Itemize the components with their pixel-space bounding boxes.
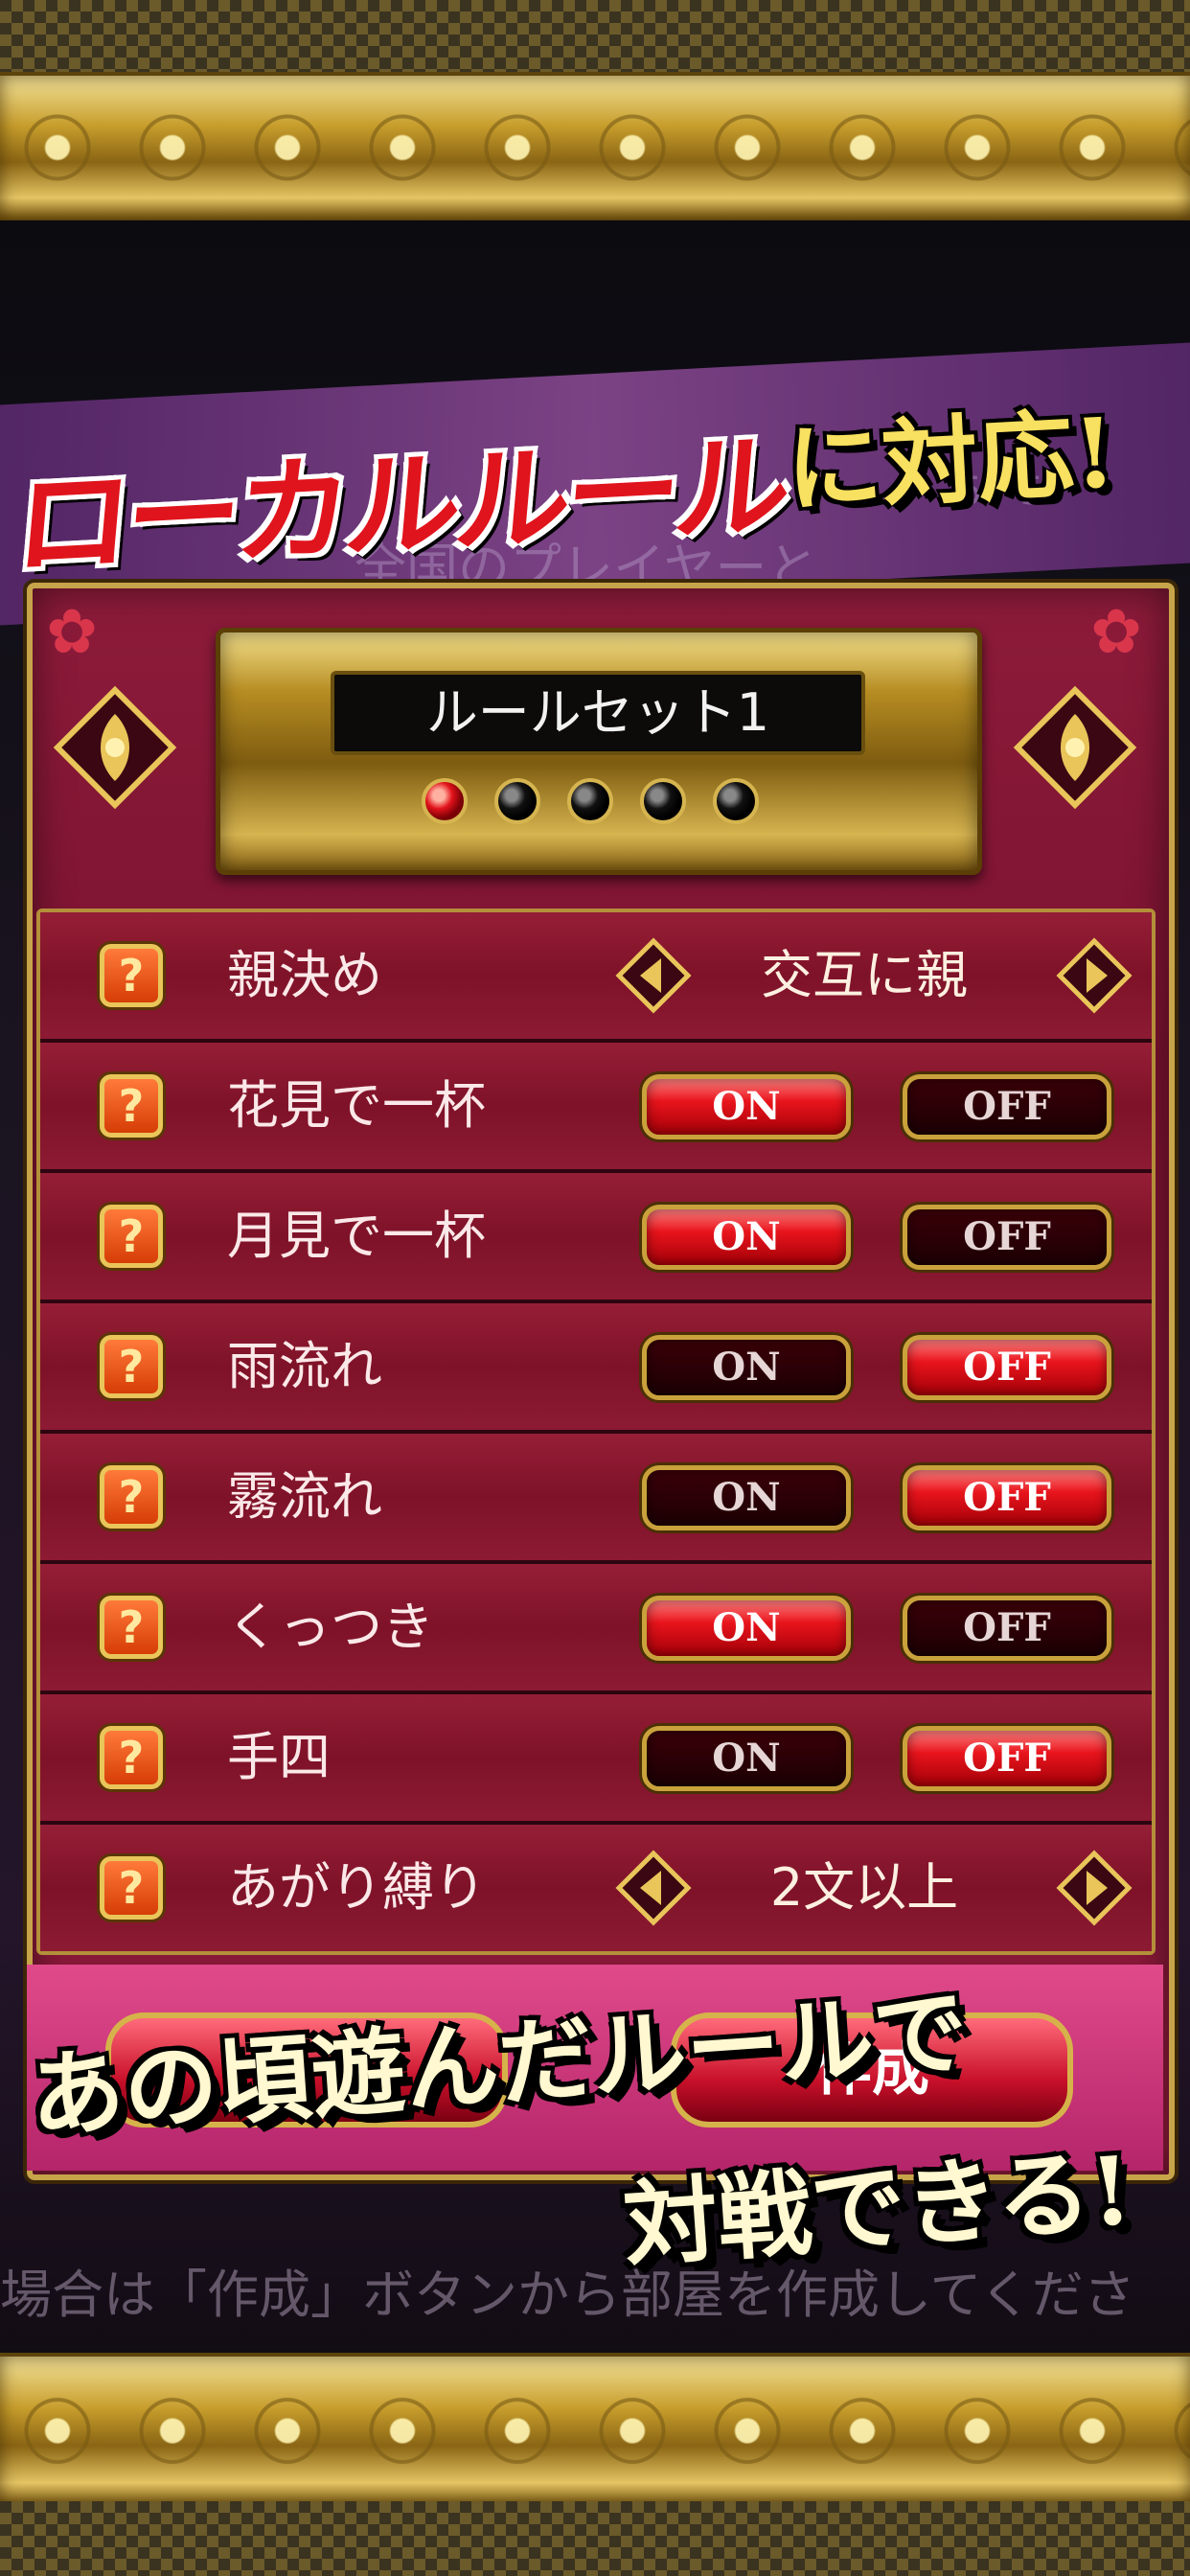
top-gold-ornament [0,72,1190,223]
help-icon[interactable]: ? [100,1596,163,1659]
help-icon[interactable]: ? [100,1205,163,1268]
rule-name: 霧流れ [227,1466,382,1527]
off-button[interactable]: OFF [903,1726,1111,1791]
off-button[interactable]: OFF [903,1335,1111,1400]
help-icon[interactable]: ? [100,1856,163,1920]
on-button[interactable]: ON [642,1335,851,1400]
off-button[interactable]: OFF [903,1596,1111,1661]
headline-supported: に対応! [783,396,1119,526]
bottom-gold-ornament [0,2353,1190,2509]
rule-row-oyagime: ? 親決め 交互に親 [40,912,1152,1043]
off-button[interactable]: OFF [903,1465,1111,1530]
on-button[interactable]: ON [642,1596,851,1661]
on-button[interactable]: ON [642,1465,851,1530]
rule-name: くっつき [227,1597,434,1657]
rule-row-kuttsuki: ? くっつき ON OFF [40,1564,1152,1694]
on-button[interactable]: ON [642,1074,851,1139]
rule-row-agari-shibari: ? あがり縛り 2文以上 [40,1825,1152,1951]
arrow-right-icon[interactable] [1056,937,1133,1014]
help-icon[interactable]: ? [100,1074,163,1138]
background-hint-text: 場合は「作成」ボタンから部屋を作成してくださ [0,2265,1135,2325]
sakura-icon: ✿ [1090,597,1142,668]
top-checker-border [0,0,1190,72]
rule-row-hanami: ? 花見で一杯 ON OFF [40,1043,1152,1173]
off-button[interactable]: OFF [903,1074,1111,1139]
page-dot-3[interactable] [567,778,613,824]
rule-name: 月見で一杯 [227,1206,486,1266]
left-diamond-ornament-icon [53,685,177,810]
rule-name: あがり縛り [227,1857,486,1918]
rule-row-kiri-nagare: ? 霧流れ ON OFF [40,1434,1152,1564]
page-dot-1[interactable] [422,778,468,824]
page-dot-4[interactable] [640,778,686,824]
arrow-left-icon[interactable] [615,1850,692,1926]
page-dot-5[interactable] [713,778,759,824]
rule-select-value: 2文以上 [769,1857,959,1918]
rule-name: 花見で一杯 [227,1075,486,1136]
rule-row-ame-nagare: ? 雨流れ ON OFF [40,1303,1152,1434]
on-button[interactable]: ON [642,1205,851,1270]
help-icon[interactable]: ? [100,1726,163,1789]
rule-list: ? 親決め 交互に親 ? 花見で一杯 ON OFF ? 月見で一杯 ON OFF… [36,908,1156,1955]
rule-select-value: 交互に親 [761,945,968,1005]
rule-row-teshi: ? 手四 ON OFF [40,1694,1152,1825]
rule-name: 親決め [227,945,382,1005]
on-button[interactable]: ON [642,1726,851,1791]
off-button[interactable]: OFF [903,1205,1111,1270]
right-diamond-ornament-icon [1013,685,1137,810]
page-dot-2[interactable] [494,778,540,824]
headline: ローカルルール に対応! [0,383,1190,593]
help-icon[interactable]: ? [100,1335,163,1398]
ruleset-page-indicator [422,778,759,824]
sakura-icon: ✿ [46,597,98,668]
rule-name: 雨流れ [227,1336,382,1396]
arrow-right-icon[interactable] [1056,1850,1133,1926]
help-icon[interactable]: ? [100,1465,163,1529]
bottom-checker-border [0,2501,1190,2576]
rule-name: 手四 [227,1727,331,1787]
help-icon[interactable]: ? [100,944,163,1007]
rule-row-tsukimi: ? 月見で一杯 ON OFF [40,1173,1152,1303]
arrow-left-icon[interactable] [615,937,692,1014]
ruleset-title: ルールセット1 [331,671,865,755]
